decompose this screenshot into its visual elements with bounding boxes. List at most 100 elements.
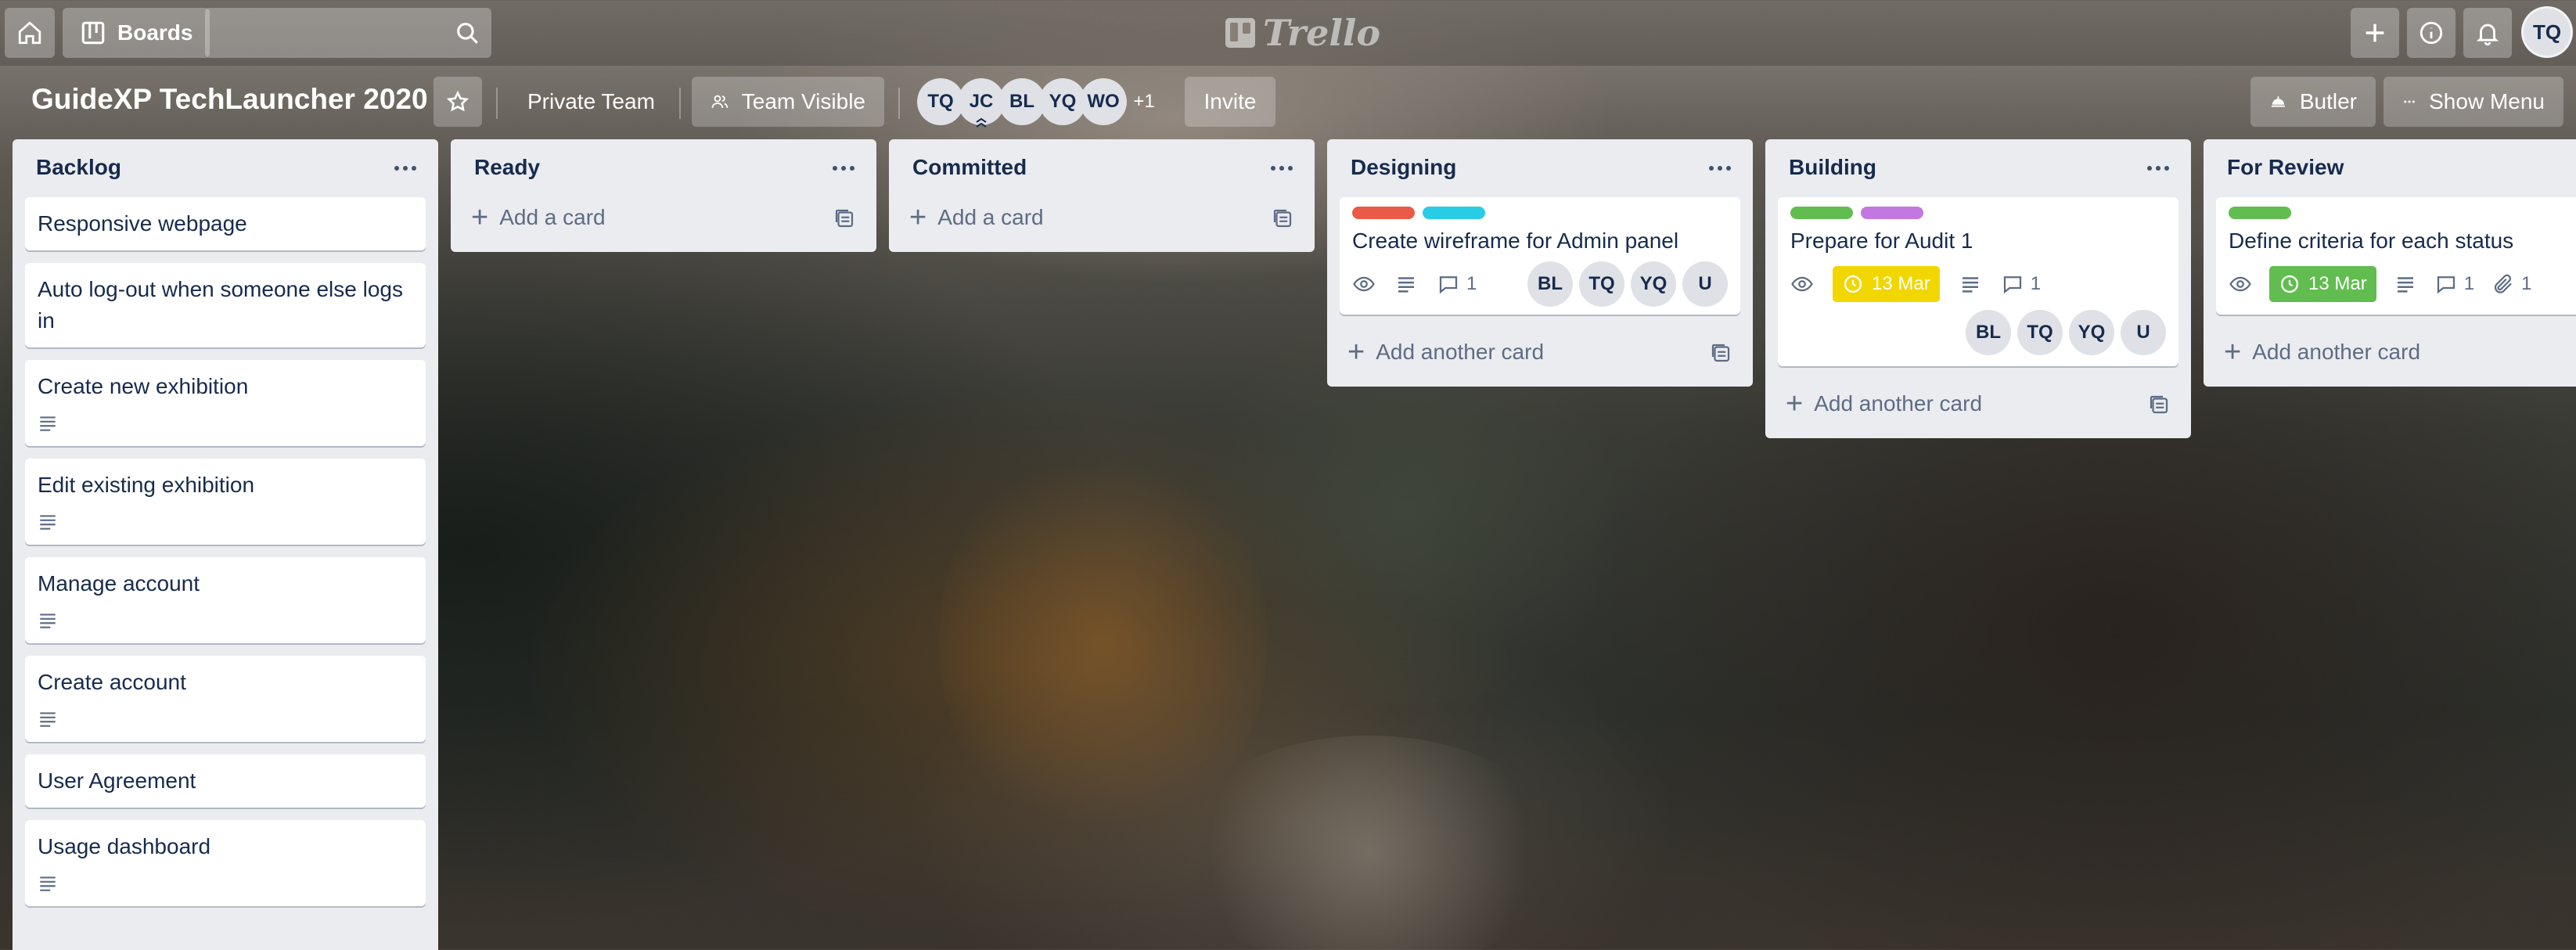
card-template-icon[interactable] [1271, 207, 1294, 230]
card[interactable]: Create wireframe for Admin panel 1 BL TQ… [1340, 197, 1740, 315]
add-card-button[interactable]: + Add another card [1333, 327, 1747, 377]
list-menu-button[interactable] [2142, 155, 2174, 182]
card[interactable]: Auto log-out when someone else logs in [25, 263, 426, 347]
card-labels [2229, 207, 2563, 219]
card-member-avatar[interactable]: U [1682, 261, 1728, 307]
card[interactable]: Edit existing exhibition [25, 459, 426, 545]
label-red[interactable] [1352, 207, 1415, 219]
info-button[interactable] [2407, 8, 2455, 58]
visibility-button[interactable]: Team Visible [692, 77, 884, 127]
card[interactable]: Prepare for Audit 1 13 Mar 1 BL TQ YQ U [1778, 197, 2178, 366]
card-member-avatar[interactable]: YQ [2069, 310, 2114, 355]
description-badge [2394, 272, 2417, 296]
list-title[interactable]: Designing [1351, 155, 1456, 180]
card[interactable]: Create account [25, 656, 426, 742]
add-card-label: Add another card [1814, 391, 1983, 416]
card[interactable]: Usage dashboard [25, 820, 426, 906]
card-member-avatar[interactable]: YQ [1631, 261, 1676, 307]
board-member-avatar[interactable]: TQ [917, 78, 964, 125]
board-member-avatar[interactable]: YQ [1039, 78, 1086, 125]
due-date-badge[interactable]: 13 Mar [1833, 266, 1940, 302]
label-cyan[interactable] [1423, 207, 1485, 219]
trello-logo[interactable]: Trello [1225, 11, 1380, 55]
plus-icon [2366, 23, 2384, 42]
label-purple[interactable] [1861, 207, 1923, 219]
plus-icon: + [471, 201, 489, 234]
list-header[interactable]: Designing [1327, 139, 1753, 197]
list-title[interactable]: Committed [912, 155, 1027, 180]
card-template-icon[interactable] [2147, 393, 2171, 416]
description-icon [1962, 277, 1978, 293]
add-card-label: Add a card [937, 205, 1044, 229]
notifications-button[interactable] [2463, 8, 2512, 58]
home-icon [18, 21, 41, 45]
user-avatar[interactable]: TQ [2521, 6, 2573, 58]
show-menu-button[interactable]: Show Menu [2384, 77, 2563, 127]
add-card-label: Add a card [499, 205, 606, 229]
list-title[interactable]: Ready [474, 155, 540, 180]
card[interactable]: Responsive webpage [25, 197, 426, 250]
card-member-avatar[interactable]: U [2121, 310, 2166, 355]
list-for-review: For Review Define criteria for each stat… [2204, 139, 2576, 387]
comments-badge: 1 [1437, 272, 1477, 296]
boards-button[interactable]: Boards [63, 8, 210, 58]
show-menu-label: Show Menu [2429, 89, 2545, 113]
eye-icon [1791, 276, 1813, 292]
more-members-count[interactable]: +1 [1121, 78, 1167, 125]
description-icon [1398, 277, 1414, 293]
invite-button[interactable]: Invite [1185, 77, 1275, 127]
list-header[interactable]: Ready [451, 139, 876, 197]
description-icon [2397, 277, 2413, 293]
list-header[interactable]: For Review [2204, 139, 2576, 197]
create-button[interactable] [2351, 8, 2399, 58]
card-member-avatar[interactable]: BL [1527, 261, 1573, 307]
butler-button[interactable]: Butler [2250, 77, 2376, 127]
divider [898, 88, 900, 119]
board-member-avatar[interactable]: WO [1080, 78, 1127, 125]
add-card-button[interactable]: + Add another card [1772, 379, 2185, 429]
star-board-button[interactable] [434, 77, 482, 127]
label-green[interactable] [1790, 207, 1853, 219]
add-card-label: Add another card [1376, 340, 1545, 364]
description-icon [40, 515, 56, 530]
plus-icon: + [909, 201, 927, 234]
search-field[interactable] [205, 8, 491, 58]
due-date-badge[interactable]: 13 Mar [2269, 266, 2376, 302]
card-member-avatar[interactable]: TQ [2017, 310, 2063, 355]
list-title[interactable]: Backlog [36, 155, 121, 180]
list-menu-button[interactable] [1704, 155, 1736, 182]
list-title[interactable]: For Review [2227, 155, 2344, 180]
card-members: BL TQ YQ U [1790, 310, 2166, 355]
add-card-button[interactable]: + Add a card [457, 193, 870, 243]
home-button[interactable] [5, 8, 55, 58]
search-input[interactable] [205, 8, 491, 58]
card-member-avatar[interactable]: BL [1966, 310, 2011, 355]
star-icon [446, 90, 470, 112]
add-card-button[interactable]: + Add a card [895, 193, 1308, 243]
add-card-button[interactable]: + Add another card [2210, 327, 2570, 377]
board-header: GuideXP TechLauncher 2020 Private Team T… [0, 66, 2576, 139]
list-title[interactable]: Building [1789, 155, 1876, 180]
label-green[interactable] [2229, 207, 2291, 219]
board-member-avatar[interactable]: JC [958, 78, 1005, 128]
list-header[interactable]: Committed [889, 139, 1315, 197]
board-member-avatar[interactable]: BL [998, 78, 1045, 125]
card-template-icon[interactable] [833, 207, 856, 230]
list-header[interactable]: Backlog [13, 139, 438, 197]
card-template-icon[interactable] [1709, 341, 1732, 365]
list-menu-button[interactable] [390, 155, 421, 182]
card[interactable]: User Agreement [25, 754, 426, 808]
list-header[interactable]: Building [1765, 139, 2191, 197]
card[interactable]: Manage account [25, 557, 426, 643]
team-button[interactable]: Private Team [509, 77, 674, 127]
list-menu-button[interactable] [1266, 155, 1297, 182]
card-title: Create wireframe for Admin panel [1352, 229, 1679, 253]
board-title[interactable]: GuideXP TechLauncher 2020 [31, 83, 428, 116]
list-menu-button[interactable] [828, 155, 859, 182]
card[interactable]: Create new exhibition [25, 360, 426, 446]
add-card-label: Add another card [2252, 340, 2421, 364]
butler-label: Butler [2299, 89, 2357, 113]
card[interactable]: Define criteria for each status 13 Mar 1 [2216, 197, 2576, 315]
card-member-avatar[interactable]: TQ [1579, 261, 1624, 307]
watching-badge [1790, 272, 1814, 296]
